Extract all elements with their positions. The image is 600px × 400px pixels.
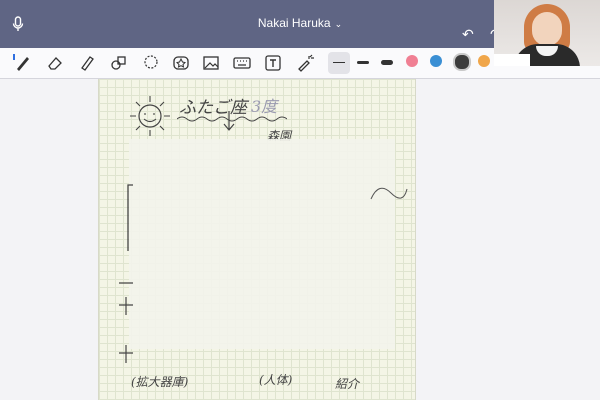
redacted-notes-area	[129, 139, 395, 349]
notebook-page[interactable]: ふたご座 3度 森園 (拡大器庫) (人体) 紹介	[98, 79, 416, 400]
stroke-thick-option[interactable]	[381, 60, 393, 65]
title-text: Nakai Haruka	[257, 16, 331, 30]
sticker-icon[interactable]	[172, 54, 190, 72]
laser-pointer-icon[interactable]	[296, 54, 314, 72]
color-orange-swatch[interactable]	[478, 55, 490, 67]
bottom-left-note: (拡大器庫)	[131, 375, 189, 389]
heading-suffix: 3度	[251, 97, 278, 116]
stroke-medium-option[interactable]	[357, 61, 369, 64]
highlighter-icon[interactable]	[78, 54, 96, 72]
pen-icon[interactable]	[14, 54, 32, 72]
chevron-down-icon[interactable]: ⌄	[335, 19, 343, 30]
video-label-area	[494, 54, 530, 66]
undo-icon[interactable]: ↶	[462, 26, 474, 43]
keyboard-icon[interactable]	[233, 54, 251, 72]
bottom-right-note: 紹介	[335, 377, 360, 391]
scribble-bracket	[370, 187, 408, 200]
margin-marks	[119, 282, 133, 363]
stroke-thin-option[interactable]	[333, 62, 345, 63]
shapes-icon[interactable]	[110, 54, 128, 72]
text-box-icon[interactable]	[264, 54, 282, 72]
color-pink-swatch[interactable]	[406, 55, 418, 67]
lasso-icon[interactable]	[142, 54, 160, 72]
bottom-mid-note: (人体)	[259, 373, 293, 387]
sun-drawing-icon	[130, 96, 170, 136]
down-arrow-icon	[223, 111, 235, 131]
eraser-icon[interactable]	[46, 54, 64, 72]
color-dark-swatch[interactable]	[453, 53, 471, 71]
selected-width-highlight	[328, 52, 350, 74]
color-blue-swatch[interactable]	[430, 55, 442, 67]
bracket-mark	[127, 184, 133, 251]
image-icon[interactable]	[202, 54, 220, 72]
participant-face	[532, 12, 562, 46]
